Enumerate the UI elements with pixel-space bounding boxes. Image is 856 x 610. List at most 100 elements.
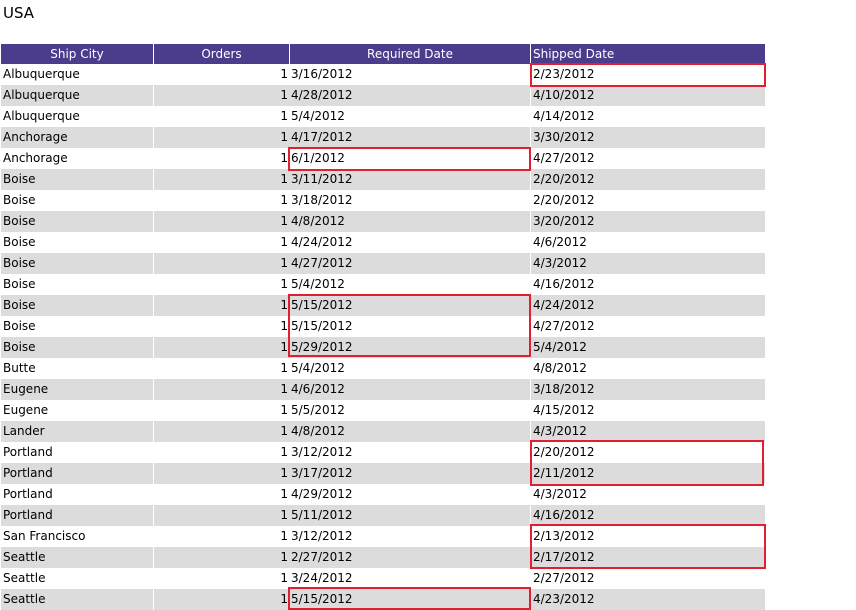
cell-ship-city: Anchorage [1, 148, 154, 169]
cell-orders: 1 [280, 298, 288, 312]
cell-required-date: 4/17/2012 [290, 127, 531, 148]
cell-required-date: 4/27/2012 [290, 253, 531, 274]
cell-orders: 1 [280, 529, 288, 543]
cell-required-date: 5/29/2012 [290, 337, 531, 358]
header-orders[interactable]: Orders [154, 44, 290, 64]
cell-ship-city: Boise [1, 232, 154, 253]
cell-orders: 1 [280, 508, 288, 522]
table-row: Anchorage 1 4/17/2012 3/30/2012 [1, 127, 765, 148]
table-row: Portland 1 3/17/2012 2/11/2012 [1, 463, 765, 484]
cell-shipped-date: 2/17/2012 [533, 550, 595, 564]
cell-ship-city: Boise [1, 274, 154, 295]
cell-required-date: 4/24/2012 [290, 232, 531, 253]
cell-orders: 1 [280, 466, 288, 480]
table-row: Albuquerque 1 4/28/2012 4/10/2012 [1, 85, 765, 106]
cell-shipped-date: 4/15/2012 [533, 403, 595, 417]
cell-ship-city: Boise [1, 295, 154, 316]
cell-ship-city: Seattle [1, 589, 154, 610]
cell-shipped-date: 2/20/2012 [533, 193, 595, 207]
cell-required-date: 4/29/2012 [290, 484, 531, 505]
cell-orders: 1 [280, 382, 288, 396]
table-row: Boise 1 3/11/2012 2/20/2012 [1, 169, 765, 190]
cell-required-date: 3/12/2012 [290, 526, 531, 547]
cell-required-date: 3/24/2012 [290, 568, 531, 589]
table-body: Albuquerque 1 3/16/2012 2/23/2012 Albuquerqu… [1, 64, 765, 610]
cell-ship-city: Butte [1, 358, 154, 379]
cell-required-date: 4/8/2012 [290, 421, 531, 442]
cell-required-date: 5/15/2012 [290, 316, 531, 337]
cell-shipped-date: 3/30/2012 [533, 130, 595, 144]
cell-orders: 1 [280, 424, 288, 438]
cell-shipped-date: 4/16/2012 [533, 277, 595, 291]
table-row: Portland 1 4/29/2012 4/3/2012 [1, 484, 765, 505]
cell-required-date: 5/4/2012 [290, 358, 531, 379]
cell-orders: 1 [280, 571, 288, 585]
cell-shipped-date: 4/16/2012 [533, 508, 595, 522]
cell-ship-city: Boise [1, 253, 154, 274]
cell-shipped-date: 4/27/2012 [533, 319, 595, 333]
table-row: Eugene 1 5/5/2012 4/15/2012 [1, 400, 765, 421]
cell-shipped-date: 2/27/2012 [533, 571, 595, 585]
cell-required-date: 3/11/2012 [290, 169, 531, 190]
cell-orders: 1 [280, 277, 288, 291]
cell-orders: 1 [280, 487, 288, 501]
cell-ship-city: Portland [1, 505, 154, 526]
cell-ship-city: Boise [1, 316, 154, 337]
cell-required-date: 5/4/2012 [290, 106, 531, 127]
cell-required-date: 5/11/2012 [290, 505, 531, 526]
table-header-row: Ship City Orders Required Date Shipped D… [1, 44, 765, 64]
cell-orders: 1 [280, 130, 288, 144]
cell-shipped-date: 4/14/2012 [533, 109, 595, 123]
cell-ship-city: Seattle [1, 547, 154, 568]
table-row: Portland 1 5/11/2012 4/16/2012 [1, 505, 765, 526]
cell-shipped-date: 2/20/2012 [533, 172, 595, 186]
cell-ship-city: Albuquerque [1, 64, 154, 85]
cell-required-date: 4/28/2012 [290, 85, 531, 106]
cell-orders: 1 [280, 361, 288, 375]
cell-required-date: 5/15/2012 [290, 295, 531, 316]
cell-required-date: 3/18/2012 [290, 190, 531, 211]
table-row: Eugene 1 4/6/2012 3/18/2012 [1, 379, 765, 400]
cell-required-date: 3/16/2012 [290, 64, 531, 85]
cell-shipped-date: 2/11/2012 [533, 466, 595, 480]
cell-required-date: 2/27/2012 [290, 547, 531, 568]
cell-shipped-date: 4/10/2012 [533, 88, 595, 102]
table-row: Boise 1 4/27/2012 4/3/2012 [1, 253, 765, 274]
table-row: San Francisco 1 3/12/2012 2/13/2012 [1, 526, 765, 547]
table-row: Lander 1 4/8/2012 4/3/2012 [1, 421, 765, 442]
orders-table: Ship City Orders Required Date Shipped D… [1, 44, 765, 610]
table-row: Albuquerque 1 5/4/2012 4/14/2012 [1, 106, 765, 127]
cell-required-date: 4/8/2012 [290, 211, 531, 232]
cell-shipped-date: 3/18/2012 [533, 382, 595, 396]
cell-orders: 1 [280, 109, 288, 123]
header-shipped-date[interactable]: Shipped Date [531, 44, 765, 64]
table-row: Seattle 1 5/15/2012 4/23/2012 [1, 589, 765, 610]
cell-ship-city: Seattle [1, 568, 154, 589]
table-row: Boise 1 5/15/2012 4/24/2012 [1, 295, 765, 316]
table-row: Boise 1 4/24/2012 4/6/2012 [1, 232, 765, 253]
table-row: Boise 1 4/8/2012 3/20/2012 [1, 211, 765, 232]
cell-orders: 1 [280, 256, 288, 270]
cell-required-date: 5/4/2012 [290, 274, 531, 295]
table-row: Boise 1 5/29/2012 5/4/2012 [1, 337, 765, 358]
header-ship-city[interactable]: Ship City [1, 44, 154, 64]
table-row: Seattle 1 2/27/2012 2/17/2012 [1, 547, 765, 568]
cell-shipped-date: 4/6/2012 [533, 235, 587, 249]
header-required-date[interactable]: Required Date [290, 44, 531, 64]
cell-orders: 1 [280, 592, 288, 606]
cell-shipped-date: 4/23/2012 [533, 592, 595, 606]
cell-shipped-date: 2/13/2012 [533, 529, 595, 543]
cell-shipped-date: 3/20/2012 [533, 214, 595, 228]
page-title: USA [3, 4, 35, 22]
cell-ship-city: Albuquerque [1, 85, 154, 106]
table-row: Portland 1 3/12/2012 2/20/2012 [1, 442, 765, 463]
cell-ship-city: Albuquerque [1, 106, 154, 127]
cell-ship-city: Eugene [1, 379, 154, 400]
cell-orders: 1 [280, 88, 288, 102]
cell-shipped-date: 2/20/2012 [533, 445, 595, 459]
cell-orders: 1 [280, 340, 288, 354]
cell-orders: 1 [280, 172, 288, 186]
cell-shipped-date: 4/3/2012 [533, 256, 587, 270]
cell-orders: 1 [280, 319, 288, 333]
cell-ship-city: Portland [1, 442, 154, 463]
